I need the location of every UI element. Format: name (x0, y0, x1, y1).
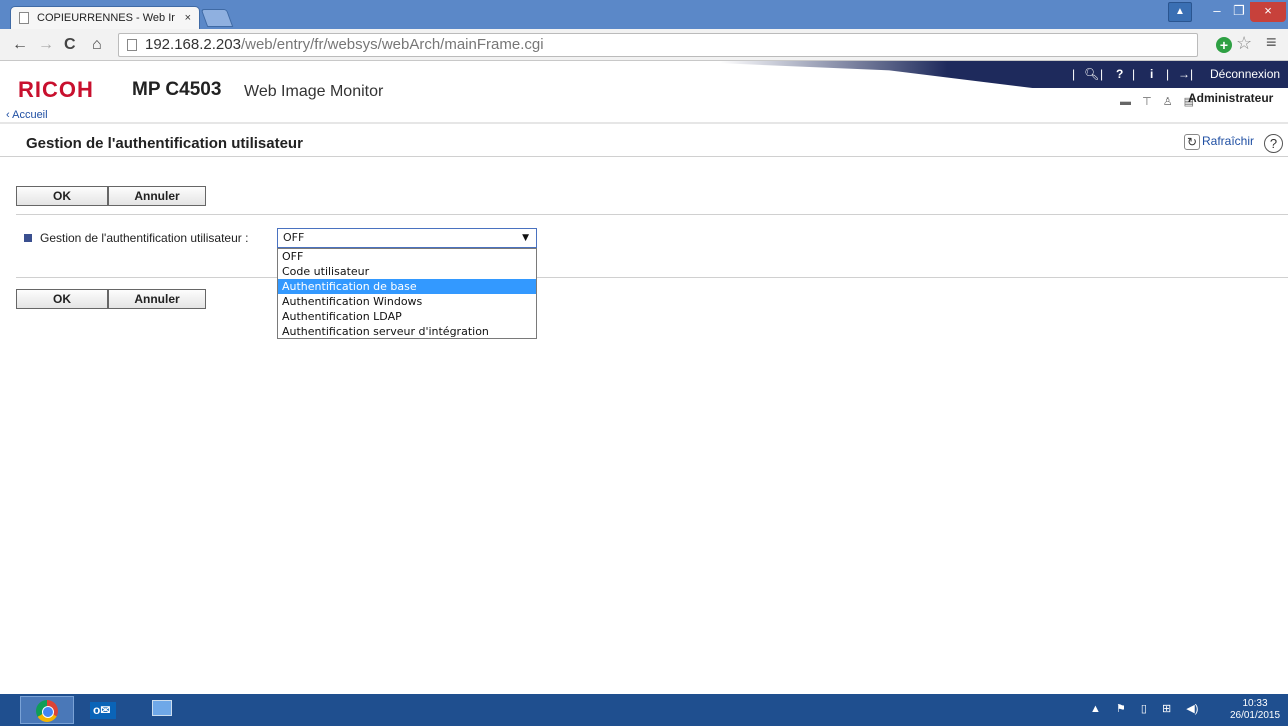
reload-icon[interactable]: C (64, 35, 76, 55)
bookmark-star-icon[interactable]: ☆ (1236, 33, 1252, 54)
cancel-button[interactable]: Annuler (108, 186, 206, 206)
logged-in-user: Administrateur (1188, 91, 1274, 105)
header-swoosh (720, 61, 1288, 88)
auth-option[interactable]: Authentification de base (278, 279, 536, 294)
home-icon[interactable]: ⌂ (92, 35, 102, 55)
maximize-button[interactable]: ❐ (1228, 2, 1250, 22)
close-window-button[interactable]: × (1250, 2, 1286, 22)
auth-option[interactable]: OFF (278, 249, 536, 264)
browser-toolbar: ← → C ⌂ 192.168.2.203/web/entry/fr/websy… (0, 29, 1288, 61)
outlook-taskbar-button[interactable]: o✉ (78, 696, 132, 724)
chevron-down-icon: ▼ (522, 233, 529, 243)
extension-icon[interactable]: + (1216, 37, 1232, 53)
breadcrumb-home-link[interactable]: ‹ Accueil (6, 109, 48, 121)
model-name: MP C4503 (132, 79, 222, 100)
help-icon[interactable]: ? (1264, 134, 1283, 153)
auth-option[interactable]: Code utilisateur (278, 264, 536, 279)
refresh-link[interactable]: ↻ Rafraîchir (1184, 134, 1254, 150)
forward-icon[interactable]: → (38, 35, 54, 55)
brand-logo: RICOH (18, 77, 94, 102)
help-question-icon[interactable]: ? (1116, 67, 1123, 81)
select-value: OFF (283, 231, 305, 244)
chrome-taskbar-button[interactable] (20, 696, 74, 724)
clock-date: 26/01/2015 (1229, 710, 1281, 721)
auth-option[interactable]: Authentification Windows (278, 294, 536, 309)
browser-tab[interactable]: COPIEURRENNES - Web Ir × (10, 6, 200, 29)
auth-option[interactable]: Authentification serveur d'intégration (278, 324, 536, 339)
logout-link[interactable]: Déconnexion (1210, 67, 1280, 81)
outlook-icon: o✉ (90, 702, 116, 719)
page-icon (127, 39, 137, 51)
logout-icon[interactable]: →| (1178, 67, 1193, 81)
flag-icon[interactable]: ⚑ (1116, 703, 1126, 715)
volume-icon[interactable]: ◀) (1186, 703, 1198, 715)
clock-time: 10:33 (1242, 698, 1268, 709)
close-tab-icon[interactable]: × (185, 7, 191, 29)
bullet-icon (24, 234, 32, 242)
windows-taskbar: o✉ ▲ ⚑ ▯ ⊞ ◀) 10:33 26/01/2015 (0, 694, 1288, 726)
remote-desktop-icon (152, 700, 172, 716)
auth-options-list: OFF Code utilisateur Authentification de b… (277, 248, 537, 339)
ok-button[interactable]: OK (16, 289, 108, 309)
page-title: Gestion de l'authentification utilisateu… (26, 135, 303, 152)
separator: | (1072, 67, 1076, 81)
chrome-icon (36, 700, 58, 722)
user-profile-icon[interactable]: ▲ (1168, 2, 1192, 22)
menu-icon[interactable]: ≡ (1266, 32, 1277, 53)
divider (16, 214, 1288, 215)
auth-option[interactable]: Authentification LDAP (278, 309, 536, 324)
refresh-icon: ↻ (1184, 134, 1200, 150)
auth-management-select[interactable]: OFF ▼ (277, 228, 537, 248)
refresh-label: Rafraîchir (1202, 134, 1255, 149)
bottom-button-row: OK Annuler (16, 289, 206, 309)
separator: | (1100, 67, 1104, 81)
network-icon[interactable]: ⊞ (1162, 703, 1171, 715)
divider (16, 277, 1288, 278)
network-status-icon: ⊤ (1142, 96, 1152, 108)
system-tray: ▲ ⚑ ▯ ⊞ ◀) (1090, 702, 1210, 715)
separator: | (1166, 67, 1170, 81)
tab-title: COPIEURRENNES - Web Ir (37, 12, 175, 24)
url-path: /web/entry/fr/websys/webArch/mainFrame.c… (240, 36, 544, 53)
tray-expand-icon[interactable]: ▲ (1090, 703, 1101, 715)
address-bar[interactable]: 192.168.2.203/web/entry/fr/websys/webArc… (118, 33, 1198, 57)
auth-management-label: Gestion de l'authentification utilisateu… (40, 231, 249, 245)
top-button-row: OK Annuler (16, 186, 206, 206)
page-icon (19, 12, 29, 24)
page-title-bar: Gestion de l'authentification utilisateu… (0, 122, 1288, 157)
ok-button[interactable]: OK (16, 186, 108, 206)
product-name: Web Image Monitor (244, 83, 384, 100)
user-status-icon: ♙ (1162, 96, 1173, 108)
app-header: RICOH MP C4503 Web Image Monitor | 🔍︎ | … (0, 61, 1288, 121)
printer-status-icon: ▬ (1120, 96, 1131, 108)
remote-desktop-taskbar-button[interactable] (136, 696, 190, 724)
cancel-button[interactable]: Annuler (108, 289, 206, 309)
url-host: 192.168.2.203 (145, 36, 241, 53)
browser-tabstrip: COPIEURRENNES - Web Ir × ▲ – ❐ × (0, 0, 1288, 29)
back-icon[interactable]: ← (12, 35, 28, 55)
separator: | (1132, 67, 1136, 81)
system-clock[interactable]: 10:33 26/01/2015 (1226, 698, 1284, 722)
minimize-button[interactable]: – (1206, 2, 1228, 22)
search-icon[interactable]: 🔍︎ (1084, 67, 1099, 81)
new-tab-button[interactable] (200, 9, 234, 27)
battery-icon[interactable]: ▯ (1141, 703, 1147, 715)
info-icon[interactable]: i (1150, 67, 1153, 81)
